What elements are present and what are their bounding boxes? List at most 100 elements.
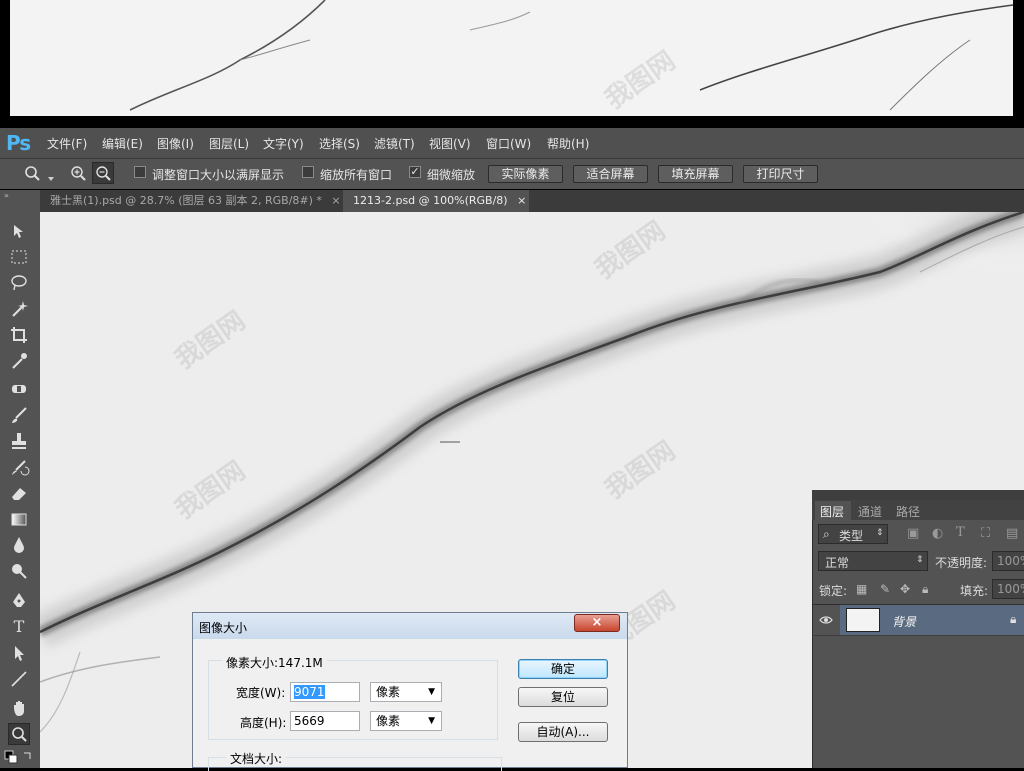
tab-paths[interactable]: 路径 [896, 503, 920, 520]
blur-tool-icon[interactable] [8, 534, 30, 556]
search-icon: ⌕ [823, 527, 830, 541]
height-unit-value: 像素 [376, 714, 401, 728]
menu-help[interactable]: 帮助(H) [547, 135, 589, 152]
auto-button[interactable]: 自动(A)... [518, 722, 608, 742]
ok-button[interactable]: 确定 [518, 659, 608, 679]
magic-wand-tool-icon[interactable] [8, 298, 30, 320]
print-size-button[interactable]: 打印尺寸 [743, 165, 818, 183]
menu-view[interactable]: 视图(V) [429, 135, 471, 152]
lock-position-icon[interactable]: ✥ [900, 582, 910, 596]
dropdown-arrow-icon: ▼ [428, 716, 435, 726]
filter-kind-value: 类型 [839, 529, 864, 543]
zoom-all-windows-checkbox[interactable] [302, 166, 314, 178]
pixel-filter-icon[interactable]: ▣ [907, 526, 919, 541]
menu-select[interactable]: 选择(S) [319, 135, 360, 152]
marble-preview-graphic [10, 0, 1013, 116]
menu-filter[interactable]: 滤镜(T) [374, 135, 415, 152]
opacity-input[interactable]: 100% [992, 551, 1024, 571]
line-tool-icon[interactable] [8, 668, 30, 690]
layers-panel-header [812, 490, 1024, 500]
scrubby-zoom-label: 细微缩放 [427, 168, 476, 182]
lock-transparent-icon[interactable]: ▦ [856, 582, 867, 596]
tab-document-1[interactable]: 雅士黑(1).psd @ 28.7% (图层 63 副本 2, RGB/8#) … [40, 190, 342, 212]
eraser-tool-icon[interactable] [8, 482, 30, 504]
resize-windows-label: 调整窗口大小以满屏显示 [152, 168, 285, 182]
preset-dropdown-arrow-icon[interactable] [47, 171, 55, 181]
tab-close-icon[interactable]: × [331, 194, 340, 207]
crop-tool-icon[interactable] [8, 324, 30, 346]
width-label: 宽度(W): [236, 686, 286, 700]
blend-mode-select[interactable]: 正常 ⇕ [818, 551, 928, 571]
fit-screen-button[interactable]: 适合屏幕 [573, 165, 648, 183]
layer-filter-select[interactable]: ⌕ 类型 ⇕ [818, 524, 888, 544]
toolbar-collapse-icon[interactable]: » [4, 192, 34, 200]
menu-layer[interactable]: 图层(L) [209, 135, 249, 152]
scrubby-zoom-checkbox[interactable]: ✓ [409, 166, 421, 178]
zoom-in-icon[interactable] [68, 163, 88, 183]
tab-channels[interactable]: 通道 [858, 503, 882, 520]
blend-mode-value: 正常 [825, 556, 850, 570]
shape-filter-icon[interactable]: ⛶ [981, 526, 990, 541]
dialog-title: 图像大小 [199, 621, 248, 635]
height-value: 5669 [294, 714, 325, 728]
pen-tool-icon[interactable] [8, 590, 30, 612]
fill-screen-button[interactable]: 填充屏幕 [658, 165, 733, 183]
height-unit-select[interactable]: 像素 ▼ [370, 711, 442, 731]
smart-object-filter-icon[interactable]: ▤ [1006, 526, 1018, 541]
tab-close-icon[interactable]: × [517, 194, 526, 207]
lock-label: 锁定: [819, 584, 848, 598]
lock-all-icon[interactable]: 🔒︎ [922, 582, 928, 597]
menu-file[interactable]: 文件(F) [47, 135, 87, 152]
dodge-tool-icon[interactable] [8, 560, 30, 582]
healing-brush-tool-icon[interactable] [8, 378, 30, 400]
menu-type[interactable]: 文字(Y) [263, 135, 304, 152]
tab-layers[interactable]: 图层 [820, 503, 844, 520]
width-unit-select[interactable]: 像素 ▼ [370, 682, 442, 702]
width-input[interactable]: 9071 [290, 682, 360, 702]
lasso-tool-icon[interactable] [8, 272, 30, 294]
zoom-tool-preset-icon[interactable] [22, 163, 44, 183]
photoshop-logo: Ps [6, 131, 31, 155]
zoom-tool-icon[interactable] [8, 723, 30, 745]
move-tool-icon[interactable] [8, 220, 30, 242]
marquee-tool-icon[interactable] [8, 246, 30, 268]
lock-pixels-icon[interactable]: ✎ [880, 582, 890, 596]
resize-windows-checkbox[interactable] [134, 166, 146, 178]
opacity-label: 不透明度: [935, 556, 988, 570]
clone-stamp-tool-icon[interactable] [8, 430, 30, 452]
menu-window[interactable]: 窗口(W) [486, 135, 531, 152]
dialog-close-button[interactable]: × [574, 614, 620, 632]
type-filter-icon[interactable]: T [956, 525, 965, 540]
height-input[interactable]: 5669 [290, 711, 360, 731]
width-unit-value: 像素 [376, 685, 401, 699]
eyedropper-tool-icon[interactable] [8, 350, 30, 372]
color-swatches-icon[interactable] [4, 750, 34, 766]
height-label: 高度(H): [240, 716, 287, 730]
history-brush-tool-icon[interactable] [8, 456, 30, 478]
brush-tool-icon[interactable] [8, 404, 30, 426]
gradient-tool-icon[interactable] [8, 508, 30, 530]
type-tool-icon[interactable]: T [8, 616, 30, 638]
menu-edit[interactable]: 编辑(E) [102, 135, 143, 152]
actual-pixels-button[interactable]: 实际像素 [488, 165, 563, 183]
layer-lock-icon: 🔒︎ [1010, 612, 1017, 626]
zoom-all-windows-label: 缩放所有窗口 [320, 168, 393, 182]
dropdown-arrow-icon: ▼ [428, 687, 435, 697]
adjustment-filter-icon[interactable]: ◐ [932, 526, 943, 541]
hand-tool-icon[interactable] [8, 697, 30, 719]
zoom-out-icon[interactable] [92, 162, 114, 184]
reset-button[interactable]: 复位 [518, 687, 608, 707]
image-preview-strip [10, 0, 1013, 116]
updown-arrows-icon: ⇕ [876, 528, 884, 538]
pixel-size-label: 像素大小:147.1M [222, 654, 327, 671]
layer-visibility-eye-icon[interactable] [812, 605, 840, 635]
menu-image[interactable]: 图像(I) [157, 135, 194, 152]
tab-document-2[interactable]: 1213-2.psd @ 100%(RGB/8) × [343, 190, 529, 212]
tab-title: 雅士黑(1).psd @ 28.7% (图层 63 副本 2, RGB/8#) … [50, 194, 322, 207]
fill-label: 填充: [960, 584, 989, 598]
fill-input[interactable]: 100% [992, 579, 1024, 599]
layer-name[interactable]: 背景 [892, 613, 916, 630]
width-value: 9071 [294, 685, 325, 699]
fill-value: 100% [997, 582, 1024, 596]
path-selection-tool-icon[interactable] [8, 642, 30, 664]
